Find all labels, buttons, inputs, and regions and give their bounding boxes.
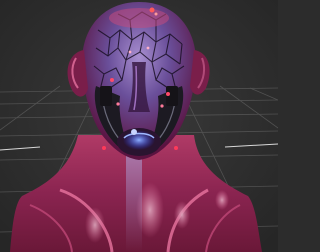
mask-right-tab [166,86,178,106]
mask-left-tab [100,86,112,106]
mouth-specular [131,129,137,135]
forehead-sheen [109,8,169,28]
viewport-canvas[interactable] [0,0,278,252]
3d-viewport[interactable] [0,0,278,252]
